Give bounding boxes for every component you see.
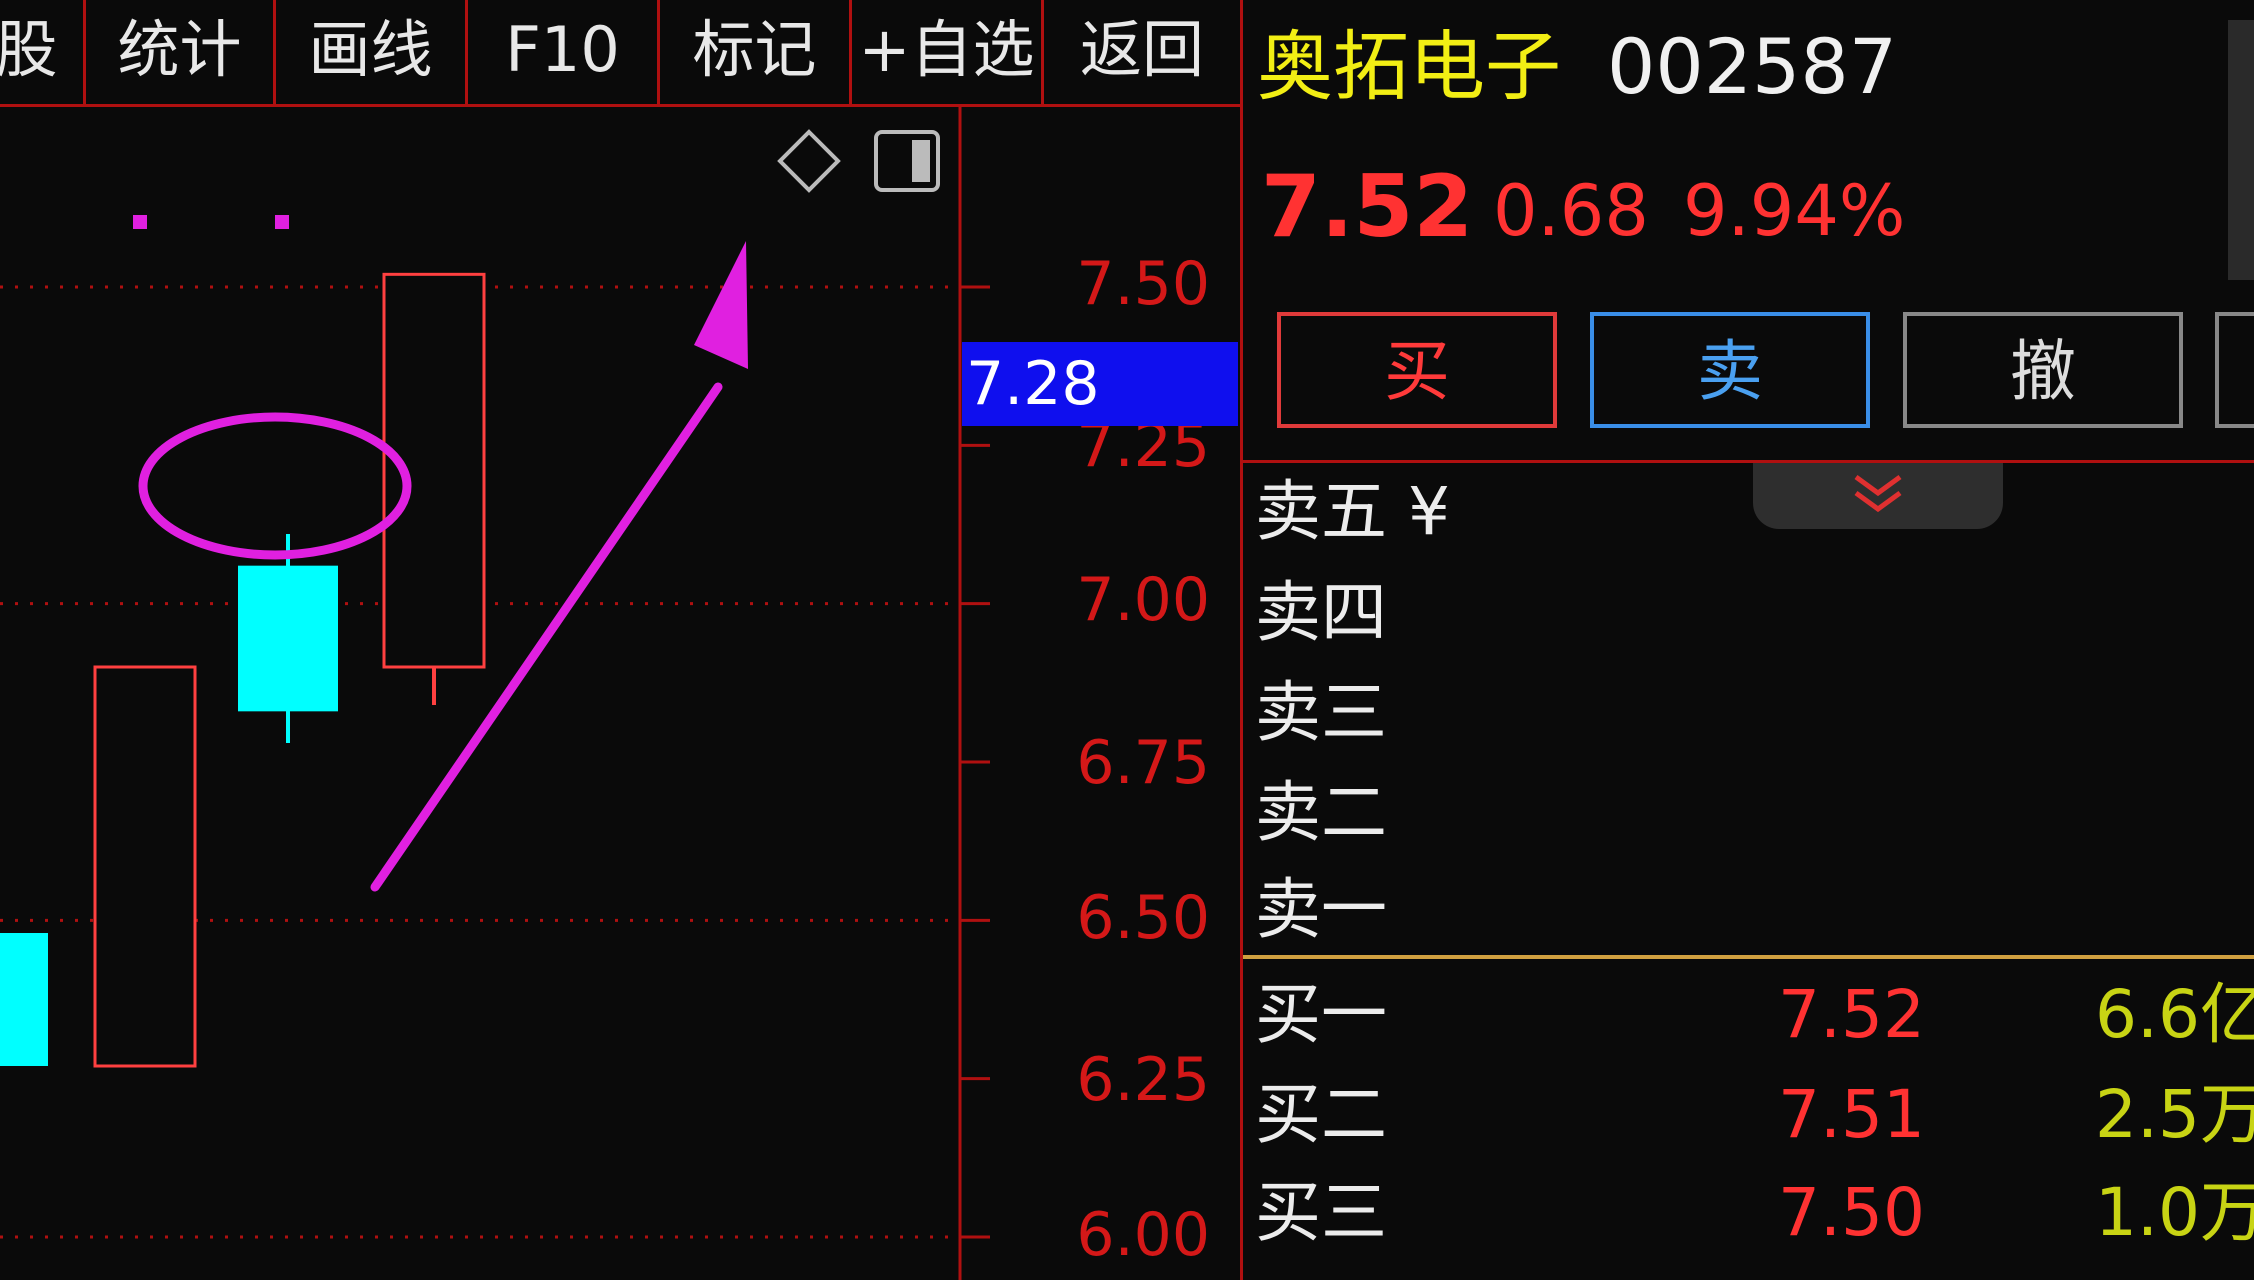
ask-label: 卖三 xyxy=(1255,674,1387,751)
buy-button[interactable]: 买 xyxy=(1277,312,1557,428)
y-tick-label: 6.50 xyxy=(1076,883,1210,953)
candle xyxy=(238,534,338,743)
ask-label: 卖四 xyxy=(1255,574,1387,651)
panel-toggle-icon[interactable] xyxy=(872,128,942,206)
candle-body xyxy=(238,565,338,712)
toolbar-f10-button[interactable]: F10 xyxy=(468,0,660,104)
cursor-price-label: 7.28 xyxy=(962,342,1238,426)
toolbar: 股 统计 画线 F10 标记 +自选 返回 xyxy=(0,0,1240,107)
candle xyxy=(0,933,48,1066)
ask-label: 卖二 xyxy=(1255,774,1387,851)
signal-marker xyxy=(133,215,147,229)
y-tick-label: 6.75 xyxy=(1076,728,1210,798)
candle-body xyxy=(93,665,197,1068)
divider xyxy=(1243,460,2254,463)
bid-volume: 6.6亿 xyxy=(2095,976,2254,1053)
y-tick-label: 6.25 xyxy=(1076,1045,1210,1115)
candles xyxy=(0,272,486,1068)
stock-code: 002587 xyxy=(1607,22,1898,111)
more-button[interactable] xyxy=(2215,312,2254,428)
toolbar-add-watchlist-button[interactable]: +自选 xyxy=(852,0,1044,104)
toolbar-statistics-button[interactable]: 统计 xyxy=(86,0,276,104)
stock-name: 奥拓电子 xyxy=(1257,22,1561,111)
candle-body xyxy=(0,933,48,1066)
candle xyxy=(382,272,486,705)
y-tick-label: 7.00 xyxy=(1076,565,1210,635)
price-change-percent: 9.94% xyxy=(1683,170,1906,252)
trend-arrow-head xyxy=(694,241,748,369)
bid-row[interactable]: 买二 7.51 2.5万 xyxy=(1255,1070,2254,1160)
candle xyxy=(93,665,197,1068)
ask-row[interactable]: 卖五 ¥ xyxy=(1255,467,2254,557)
toolbar-back-button[interactable]: 返回 xyxy=(1044,0,1240,104)
y-tick-label: 6.00 xyxy=(1076,1200,1210,1270)
bid-label: 买一 xyxy=(1255,976,1387,1053)
bid-price: 7.52 xyxy=(1778,976,1925,1053)
last-price: 7.52 xyxy=(1261,157,1474,257)
ask-label: 卖一 xyxy=(1255,871,1387,948)
diamond-icon[interactable] xyxy=(774,126,844,208)
bid-row[interactable]: 买三 7.50 1.0万 xyxy=(1255,1168,2254,1258)
bid-label: 买二 xyxy=(1255,1076,1387,1153)
price-change: 0.68 xyxy=(1493,170,1649,252)
toolbar-draw-line-button[interactable]: 画线 xyxy=(276,0,468,104)
bid-volume: 1.0万 xyxy=(2095,1174,2254,1251)
panel-scrollbar[interactable] xyxy=(2228,20,2254,280)
y-tick-label: 7.50 xyxy=(1076,249,1210,319)
toolbar-stock-button[interactable]: 股 xyxy=(0,0,86,104)
order-book-divider xyxy=(1243,955,2254,959)
ask-row[interactable]: 卖三 xyxy=(1255,668,2254,758)
bid-label: 买三 xyxy=(1255,1174,1387,1251)
signal-marker xyxy=(275,215,289,229)
toolbar-mark-button[interactable]: 标记 xyxy=(660,0,852,104)
quote-panel: 奥拓电子 002587 7.52 0.68 9.94% 买 卖 撤 卖五 ¥ 卖… xyxy=(1240,0,2254,1280)
ask-row[interactable]: 卖四 xyxy=(1255,568,2254,658)
ask-label: 卖五 ¥ xyxy=(1255,473,1450,550)
bid-row[interactable]: 买一 7.52 6.6亿 xyxy=(1255,970,2254,1060)
highlight-circle xyxy=(138,412,412,560)
sell-button[interactable]: 卖 xyxy=(1590,312,1870,428)
bid-volume: 2.5万 xyxy=(2095,1076,2254,1153)
bid-price: 7.50 xyxy=(1778,1174,1925,1251)
cancel-order-button[interactable]: 撤 xyxy=(1903,312,2183,428)
ask-row[interactable]: 卖二 xyxy=(1255,768,2254,858)
ask-row[interactable]: 卖一 xyxy=(1255,865,2254,955)
bid-price: 7.51 xyxy=(1778,1076,1925,1153)
